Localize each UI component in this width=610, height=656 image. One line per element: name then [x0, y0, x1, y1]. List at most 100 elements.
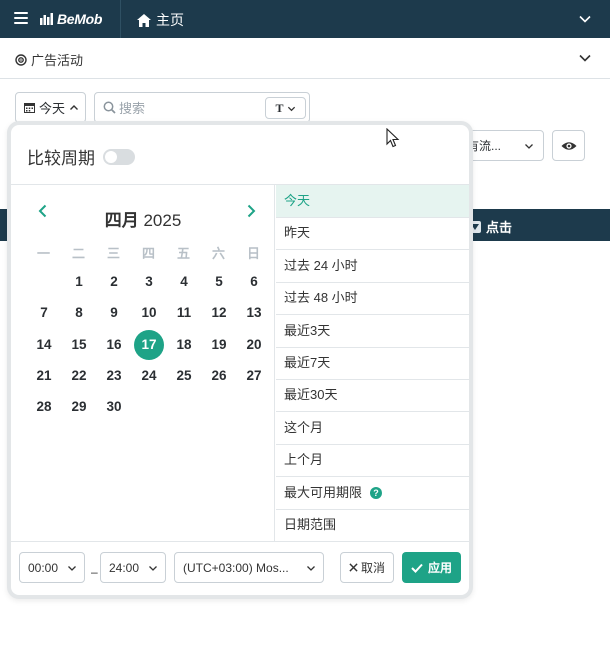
calendar-year: 2025	[143, 211, 182, 230]
calendar-month: 四月	[104, 211, 139, 230]
calendar-day[interactable]: 6	[239, 267, 269, 297]
chevron-down-icon[interactable]	[578, 12, 592, 26]
calendar-day[interactable]: 7	[29, 298, 59, 328]
brand-logo[interactable]: BeMob	[40, 10, 102, 28]
calendar-day[interactable]: 1	[64, 267, 94, 297]
time-from-value: 00:00	[28, 560, 59, 575]
calendar-day[interactable]: 2	[99, 267, 129, 297]
menu-icon[interactable]	[14, 12, 28, 24]
calendar-day[interactable]: 24	[134, 361, 164, 391]
chevron-down-icon	[68, 566, 76, 571]
preset-item[interactable]: 最大可用期限?	[276, 477, 469, 510]
preset-item[interactable]: 过去 48 小时	[276, 282, 469, 316]
calendar-icon	[24, 103, 35, 113]
search-type-button[interactable]: T	[265, 97, 306, 119]
calendar-day[interactable]: 16	[99, 330, 129, 360]
clicks-header-label: 点击	[486, 220, 513, 235]
weekday-label: 四	[141, 246, 155, 261]
brand-name: BeMob	[57, 11, 103, 27]
calendar-day[interactable]: 20	[239, 330, 269, 360]
close-icon	[349, 563, 358, 572]
preset-item[interactable]: 上个月	[276, 444, 469, 478]
preset-item[interactable]: 今天	[276, 185, 469, 218]
calendar-day[interactable]: 29	[64, 392, 94, 422]
section-title-label: 广告活动	[31, 53, 84, 68]
timezone-value: (UTC+03:00) Mos...	[183, 560, 289, 575]
eye-icon	[561, 141, 576, 150]
apply-button[interactable]: 应用	[402, 552, 461, 583]
home-icon	[137, 13, 151, 27]
preset-item[interactable]: 最近7天	[276, 347, 469, 380]
time-to-select[interactable]: 24:00	[100, 552, 166, 583]
preset-item[interactable]: 最近3天	[276, 315, 469, 348]
preset-label: 上个月	[284, 452, 324, 468]
calendar-day[interactable]: 13	[239, 298, 269, 328]
search-type-label: T	[275, 100, 284, 115]
apply-label: 应用	[427, 561, 452, 575]
calendar-day[interactable]: 18	[169, 330, 199, 360]
chevron-down-icon	[307, 566, 315, 571]
calendar-day[interactable]: 9	[99, 298, 129, 328]
timezone-select[interactable]: (UTC+03:00) Mos...	[174, 552, 324, 583]
chevron-down-icon	[525, 143, 533, 149]
weekday-label: 一	[36, 246, 50, 261]
calendar-day[interactable]: 19	[204, 330, 234, 360]
next-month-icon[interactable]	[243, 203, 259, 219]
home-link[interactable]: 主页	[137, 10, 184, 30]
calendar-day[interactable]: 15	[64, 330, 94, 360]
preset-label: 最近30天	[284, 387, 338, 403]
calendar-day[interactable]: 23	[99, 361, 129, 391]
compare-period-toggle[interactable]	[103, 148, 135, 165]
calendar-day[interactable]: 27	[239, 361, 269, 391]
column-visibility-button[interactable]	[552, 130, 585, 161]
preset-item[interactable]: 昨天	[276, 217, 469, 251]
preset-item[interactable]: 过去 24 小时	[276, 250, 469, 283]
calendar-day[interactable]: 14	[29, 330, 59, 360]
preset-item[interactable]: 这个月	[276, 412, 469, 445]
preset-label: 日期范围	[284, 517, 337, 532]
weekday-label: 三	[106, 246, 120, 261]
chevron-down-icon	[287, 106, 295, 111]
target-icon	[15, 53, 27, 66]
calendar-day[interactable]: 25	[169, 361, 199, 391]
search-input[interactable]	[119, 98, 254, 118]
preset-item[interactable]: 最近30天	[276, 379, 469, 413]
chevron-up-icon	[70, 104, 79, 110]
calendar-day[interactable]: 4	[169, 267, 199, 297]
preset-list: 今天昨天过去 24 小时过去 48 小时最近3天最近7天最近30天这个月上个月最…	[276, 185, 469, 542]
help-icon[interactable]: ?	[370, 486, 383, 499]
campaigns-section-header: 广告活动	[0, 38, 610, 79]
clicks-column-header[interactable]: 点击	[469, 217, 512, 236]
calendar-day[interactable]: 11	[169, 298, 199, 328]
compare-period: 比较周期	[27, 144, 135, 169]
navbar-divider	[120, 0, 121, 38]
search-icon	[103, 101, 116, 114]
preset-label: 这个月	[284, 419, 324, 435]
weekday-label: 六	[211, 246, 225, 261]
section-title: 广告活动	[15, 50, 83, 69]
cancel-button[interactable]: 取消	[340, 552, 394, 583]
calendar-month-title: 四月 2025	[11, 206, 275, 231]
calendar-day[interactable]: 30	[99, 392, 129, 422]
preset-label: 过去 48 小时	[284, 290, 358, 306]
cancel-label: 取消	[360, 561, 385, 575]
calendar-day[interactable]: 21	[29, 361, 59, 391]
calendar-day[interactable]: 12	[204, 298, 234, 328]
calendar-day-today[interactable]: 17	[134, 329, 164, 360]
calendar-day[interactable]: 10	[134, 298, 164, 328]
calendar-day[interactable]: 22	[64, 361, 94, 391]
search-box: T	[94, 92, 310, 123]
calendar-day[interactable]: 3	[134, 267, 164, 297]
calendar-day[interactable]: 28	[29, 392, 59, 422]
date-range-label: 今天	[39, 101, 66, 116]
date-range-button[interactable]: 今天	[15, 92, 86, 123]
calendar-day[interactable]: 8	[64, 298, 94, 328]
preset-label: 最近7天	[284, 355, 331, 370]
section-collapse-icon[interactable]	[578, 51, 592, 65]
time-from-select[interactable]: 00:00	[19, 552, 85, 583]
preset-item[interactable]: 日期范围	[276, 509, 469, 542]
calendar-day[interactable]: 5	[204, 267, 234, 297]
home-label: 主页	[156, 12, 184, 28]
calendar-day[interactable]: 26	[204, 361, 234, 391]
preset-label: 昨天	[284, 225, 311, 241]
